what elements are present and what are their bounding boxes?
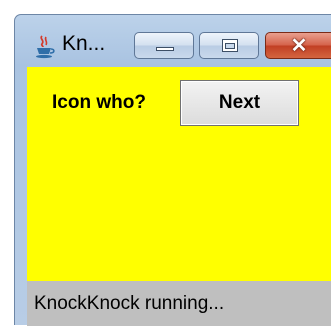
maximize-icon xyxy=(222,39,238,52)
maximize-button[interactable] xyxy=(199,32,259,59)
close-icon: ✕ xyxy=(290,35,308,57)
minimize-icon xyxy=(156,47,174,51)
status-bar: KnockKnock running... xyxy=(27,281,331,326)
minimize-button[interactable] xyxy=(134,32,194,59)
content-pane: Icon who? Next KnockKnock running... xyxy=(27,67,331,326)
close-button[interactable]: ✕ xyxy=(265,32,331,59)
knock-panel: Icon who? Next xyxy=(27,67,331,281)
question-label: Icon who? xyxy=(52,92,146,113)
title-bar[interactable]: Kn... ✕ xyxy=(15,15,331,67)
java-coffee-cup-icon xyxy=(33,35,57,59)
status-text: KnockKnock running... xyxy=(34,293,225,314)
app-window: Kn... ✕ Icon who? Next KnockKnock runnin… xyxy=(14,14,331,326)
window-title: Kn... xyxy=(62,32,106,55)
next-button[interactable]: Next xyxy=(180,80,299,126)
